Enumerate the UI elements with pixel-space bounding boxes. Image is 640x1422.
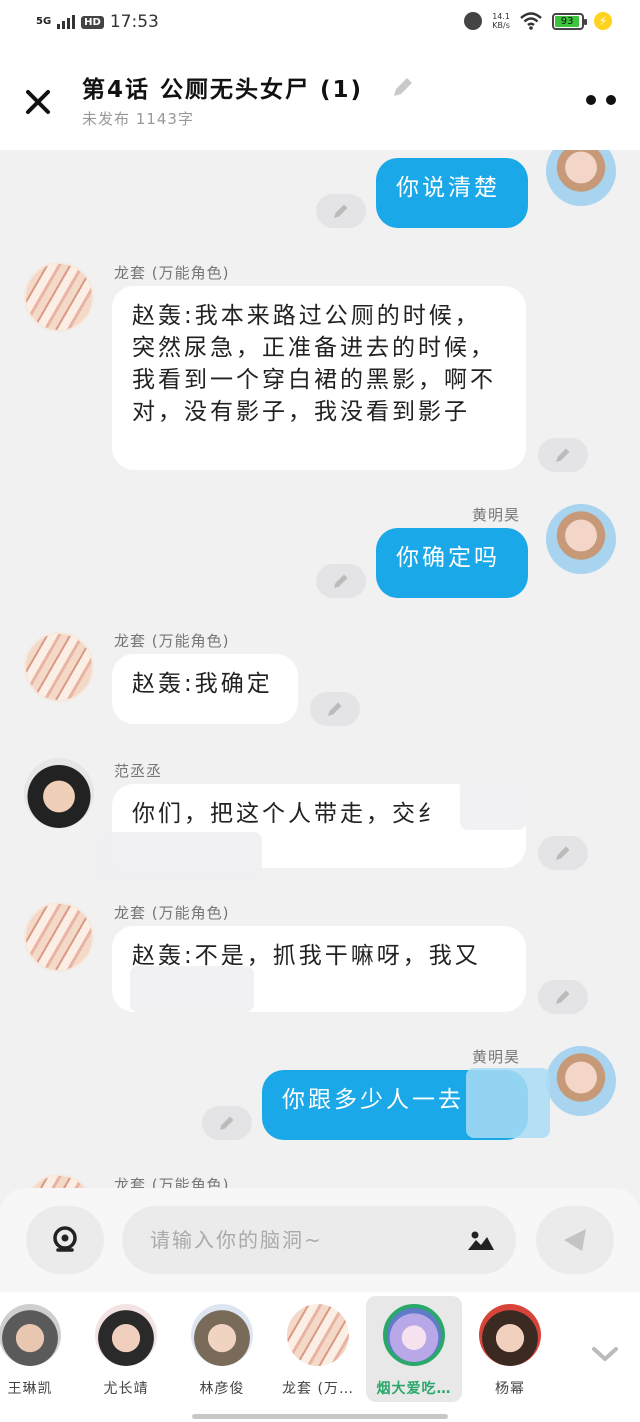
idea-input[interactable] — [122, 1206, 516, 1274]
edit-message-button[interactable] — [538, 438, 588, 472]
character-name: 杨幂 — [495, 1381, 525, 1397]
edit-message-button[interactable] — [310, 692, 360, 726]
character-name: 尤长靖 — [103, 1381, 149, 1397]
character-name: 王琳凯 — [7, 1381, 53, 1397]
speaker-name: 范丞丞 — [114, 762, 163, 780]
redaction-blur — [466, 1068, 550, 1138]
more-icon[interactable] — [586, 92, 616, 108]
camera-icon — [53, 1226, 77, 1252]
network-speed: 14.1 KB/s — [492, 12, 510, 30]
character-item[interactable]: 王琳凯 — [0, 1296, 78, 1402]
message-bubble[interactable]: 赵轰:我确定 — [112, 654, 298, 724]
avatar[interactable] — [24, 902, 94, 972]
chevron-down-icon[interactable] — [590, 1342, 620, 1366]
speaker-name: 龙套 (万能角色) — [114, 904, 230, 922]
character-name: 林彦俊 — [199, 1381, 245, 1397]
redaction-blur — [460, 780, 526, 830]
title-pencil-icon[interactable] — [390, 74, 416, 100]
speaker-name: 龙套 (万能角色) — [114, 632, 230, 650]
edit-message-button[interactable] — [316, 564, 366, 598]
speaker-name: 黄明昊 — [472, 1048, 521, 1066]
avatar — [0, 1304, 61, 1366]
status-time: 17:53 — [109, 12, 159, 32]
message-bubble[interactable]: 你确定吗 — [376, 528, 528, 598]
edit-message-button[interactable] — [316, 194, 366, 228]
character-bar: 王琳凯 尤长靖 林彦俊 龙套 (万… 烟大爱吃… 杨幂 — [0, 1292, 640, 1422]
pencil-icon — [556, 846, 570, 860]
pencil-icon — [334, 204, 348, 218]
camera-button[interactable] — [26, 1206, 104, 1274]
chat-list[interactable]: 你说清楚 龙套 (万能角色) 赵轰:我本来路过公厕的时候，突然尿急，正准备进去的… — [0, 150, 640, 1190]
avatar — [479, 1304, 541, 1366]
pencil-icon — [556, 990, 570, 1004]
page-title[interactable]: 第4话 公厕无头女尸 (1) — [82, 70, 363, 104]
avatar[interactable] — [546, 1046, 616, 1116]
edit-message-button[interactable] — [202, 1106, 252, 1140]
avatar — [191, 1304, 253, 1366]
speaker-name: 黄明昊 — [472, 506, 521, 524]
message-bubble[interactable]: 赵轰:我本来路过公厕的时候，突然尿急，正准备进去的时候，我看到一个穿白裙的黑影，… — [112, 286, 526, 470]
chapter-status: 未发布 1143字 — [82, 110, 194, 128]
character-item[interactable]: 杨幂 — [462, 1296, 558, 1402]
battery-icon: 93 — [552, 12, 587, 30]
character-item[interactable]: 龙套 (万… — [270, 1296, 366, 1402]
input-bar — [0, 1188, 640, 1292]
avatar[interactable] — [546, 150, 616, 206]
hd-badge: HD — [81, 15, 104, 29]
pencil-icon — [328, 702, 342, 716]
close-icon[interactable] — [20, 84, 56, 120]
character-name: 烟大爱吃… — [376, 1381, 452, 1397]
chapter-header: 第4话 公厕无头女尸 (1) 未发布 1143字 — [0, 48, 640, 150]
message-bubble[interactable]: 你说清楚 — [376, 158, 528, 228]
avatar — [95, 1304, 157, 1366]
status-bar: 5G HD 17:53 14.1 KB/s 93 ⚡ — [0, 0, 640, 48]
redaction-blur — [96, 832, 262, 884]
avatar — [383, 1304, 445, 1366]
character-item[interactable]: 尤长靖 — [78, 1296, 174, 1402]
wifi-icon — [520, 12, 542, 30]
edit-message-button[interactable] — [538, 836, 588, 870]
avatar[interactable] — [24, 632, 94, 702]
redaction-blur — [130, 966, 254, 1012]
send-icon — [564, 1229, 586, 1251]
image-icon[interactable] — [466, 1226, 496, 1254]
charging-icon: ⚡ — [594, 12, 612, 30]
avatar[interactable] — [24, 262, 94, 332]
pencil-icon — [220, 1116, 234, 1130]
character-item-selected[interactable]: 烟大爱吃… — [366, 1296, 462, 1402]
pencil-icon — [556, 448, 570, 462]
alarm-icon — [464, 12, 483, 30]
network-type: 5G — [36, 16, 52, 27]
edit-message-button[interactable] — [538, 980, 588, 1014]
avatar[interactable] — [546, 504, 616, 574]
character-item[interactable]: 林彦俊 — [174, 1296, 270, 1402]
signal-icon — [57, 15, 76, 29]
speaker-name: 龙套 (万能角色) — [114, 264, 230, 282]
home-indicator[interactable] — [192, 1414, 448, 1419]
character-name: 龙套 (万… — [282, 1381, 354, 1397]
battery-level: 93 — [555, 15, 580, 27]
send-button[interactable] — [536, 1206, 614, 1274]
pencil-icon — [334, 574, 348, 588]
avatar — [287, 1304, 349, 1366]
avatar[interactable] — [24, 758, 94, 828]
